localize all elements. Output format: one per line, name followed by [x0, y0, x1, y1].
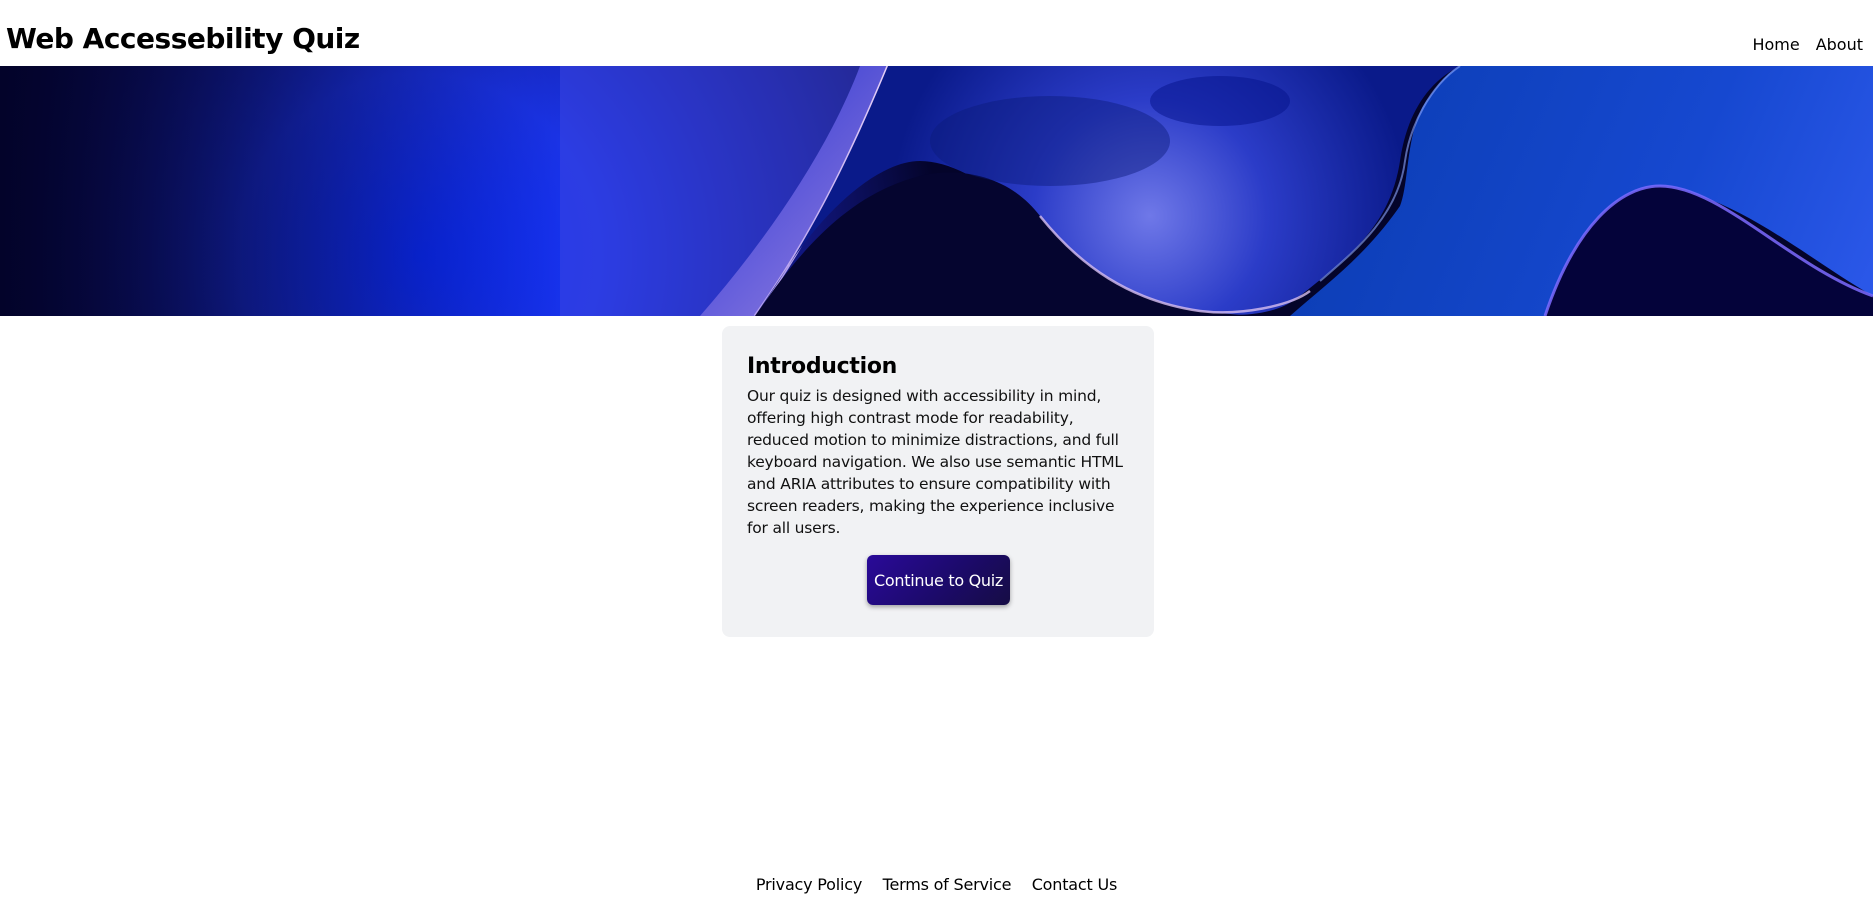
site-header: Web Accessebility Quiz Home About	[0, 0, 1873, 66]
continue-to-quiz-button[interactable]: Continue to Quiz	[867, 555, 1010, 605]
footer-privacy-policy-link[interactable]: Privacy Policy	[756, 875, 862, 894]
footer-contact-us-link[interactable]: Contact Us	[1032, 875, 1118, 894]
hero-banner-image	[0, 66, 1873, 316]
nav-home-link[interactable]: Home	[1744, 35, 1807, 54]
main-nav: Home About	[1744, 35, 1871, 54]
site-footer: Privacy Policy Terms of Service Contact …	[0, 875, 1873, 895]
nav-about-link[interactable]: About	[1808, 35, 1871, 54]
introduction-card: Introduction Our quiz is designed with a…	[722, 326, 1154, 637]
footer-terms-of-service-link[interactable]: Terms of Service	[883, 875, 1012, 894]
card-heading: Introduction	[747, 354, 898, 379]
button-container: Continue to Quiz	[747, 555, 1130, 605]
card-body-text: Our quiz is designed with accessibility …	[747, 387, 1123, 537]
site-title: Web Accessebility Quiz	[6, 22, 360, 55]
abstract-wave-graphic	[0, 66, 1873, 316]
